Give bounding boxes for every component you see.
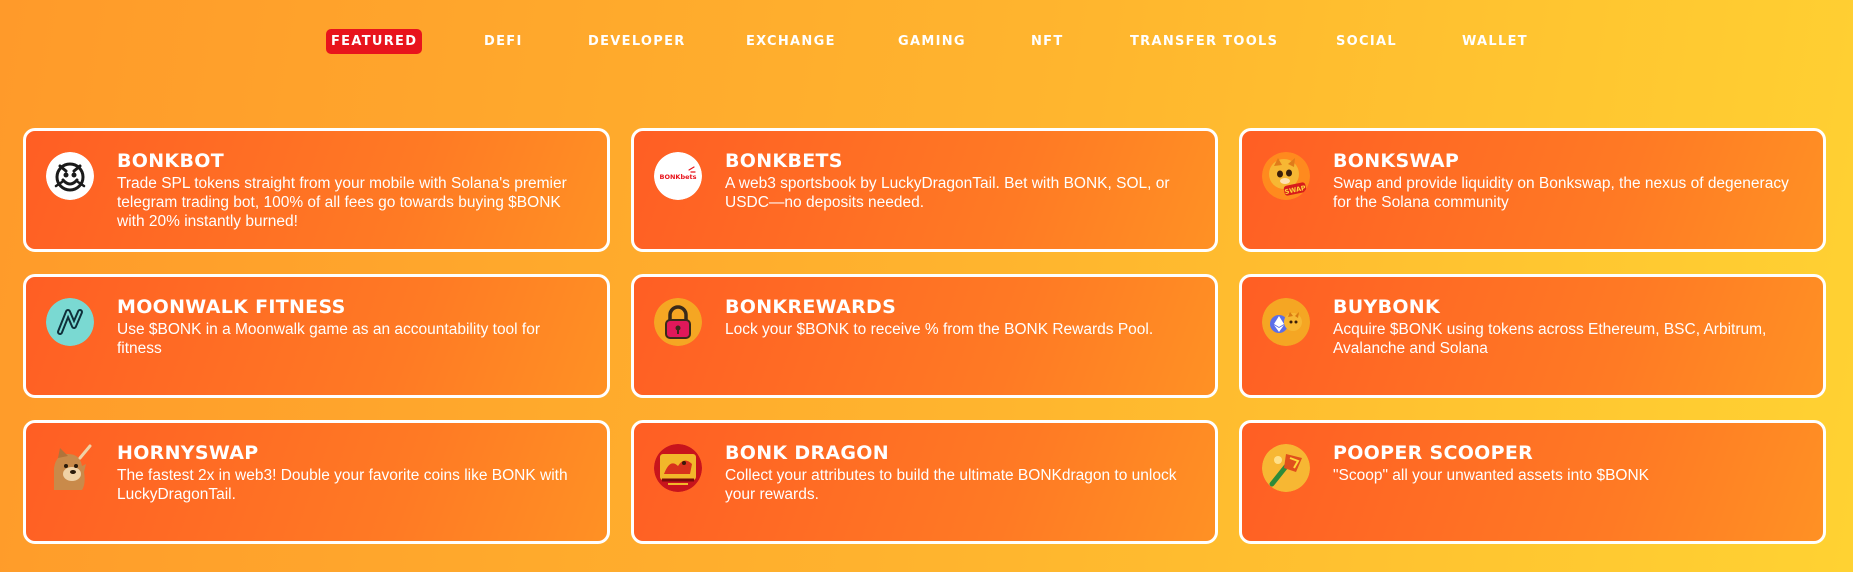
card-title: BONKSWAP	[1333, 150, 1460, 172]
card-description: Trade SPL tokens straight from your mobi…	[117, 175, 567, 230]
buybonk-logo-icon	[1262, 298, 1310, 346]
tab-defi[interactable]: DEFI	[484, 29, 523, 54]
card-title: BONKBETS	[725, 150, 843, 172]
card-description: A web3 sportsbook by LuckyDragonTail. Be…	[725, 175, 1170, 211]
app-card-grid: BONKBOT Trade SPL tokens straight from y…	[23, 128, 1827, 544]
moonwalk-logo-icon	[46, 298, 94, 346]
padlock-icon	[654, 298, 702, 346]
card-description: "Scoop" all your unwanted assets into $B…	[1333, 467, 1650, 484]
tab-transfer-tools[interactable]: TRANSFER TOOLS	[1130, 29, 1278, 54]
tab-gaming[interactable]: GAMING	[898, 29, 966, 54]
card-title: MOONWALK FITNESS	[117, 296, 346, 318]
dragon-logo-icon	[654, 444, 702, 492]
tab-nft[interactable]: NFT	[1031, 29, 1064, 54]
doge-icon	[46, 444, 94, 492]
tab-developer[interactable]: DEVELOPER	[588, 29, 686, 54]
card-moonwalk-fitness[interactable]: MOONWALK FITNESS Use $BONK in a Moonwalk…	[23, 274, 610, 398]
card-title: POOPER SCOOPER	[1333, 442, 1534, 464]
bonkbets-logo-icon: BONKbets	[654, 152, 702, 200]
card-description: Acquire $BONK using tokens across Ethere…	[1333, 321, 1767, 357]
card-description: Lock your $BONK to receive % from the BO…	[725, 321, 1154, 338]
card-description: Use $BONK in a Moonwalk game as an accou…	[117, 321, 541, 357]
card-bonkswap[interactable]: SWAP BONKSWAP Swap and provide liquidity…	[1239, 128, 1826, 252]
category-tabs: FEATURED DEFI DEVELOPER EXCHANGE GAMING …	[0, 29, 1853, 54]
card-pooper-scooper[interactable]: POOPER SCOOPER "Scoop" all your unwanted…	[1239, 420, 1826, 544]
bonkswap-logo-icon: SWAP	[1262, 152, 1310, 200]
card-bonkrewards[interactable]: BONKREWARDS Lock your $BONK to receive %…	[631, 274, 1218, 398]
bonkbets-logo-text: BONKbets	[660, 173, 697, 181]
pooper-scooper-logo-icon	[1262, 444, 1310, 492]
card-bonkbets[interactable]: BONKbets BONKBETS A web3 sportsbook by L…	[631, 128, 1218, 252]
card-description: The fastest 2x in web3! Double your favo…	[117, 467, 568, 503]
card-title: HORNYSWAP	[117, 442, 259, 464]
tab-social[interactable]: SOCIAL	[1336, 29, 1397, 54]
card-title: BUYBONK	[1333, 296, 1441, 318]
card-title: BONK DRAGON	[725, 442, 889, 464]
card-hornyswap[interactable]: HORNYSWAP The fastest 2x in web3! Double…	[23, 420, 610, 544]
card-title: BONKREWARDS	[725, 296, 897, 318]
card-bonkbot[interactable]: BONKBOT Trade SPL tokens straight from y…	[23, 128, 610, 252]
card-description: Collect your attributes to build the ult…	[725, 467, 1177, 503]
card-title: BONKBOT	[117, 150, 224, 172]
tab-exchange[interactable]: EXCHANGE	[746, 29, 836, 54]
card-description: Swap and provide liquidity on Bonkswap, …	[1333, 175, 1789, 211]
tab-featured[interactable]: FEATURED	[326, 29, 423, 54]
card-buybonk[interactable]: BUYBONK Acquire $BONK using tokens acros…	[1239, 274, 1826, 398]
card-bonk-dragon[interactable]: BONK DRAGON Collect your attributes to b…	[631, 420, 1218, 544]
tab-wallet[interactable]: WALLET	[1462, 29, 1528, 54]
bonkbot-logo-icon	[46, 152, 94, 200]
